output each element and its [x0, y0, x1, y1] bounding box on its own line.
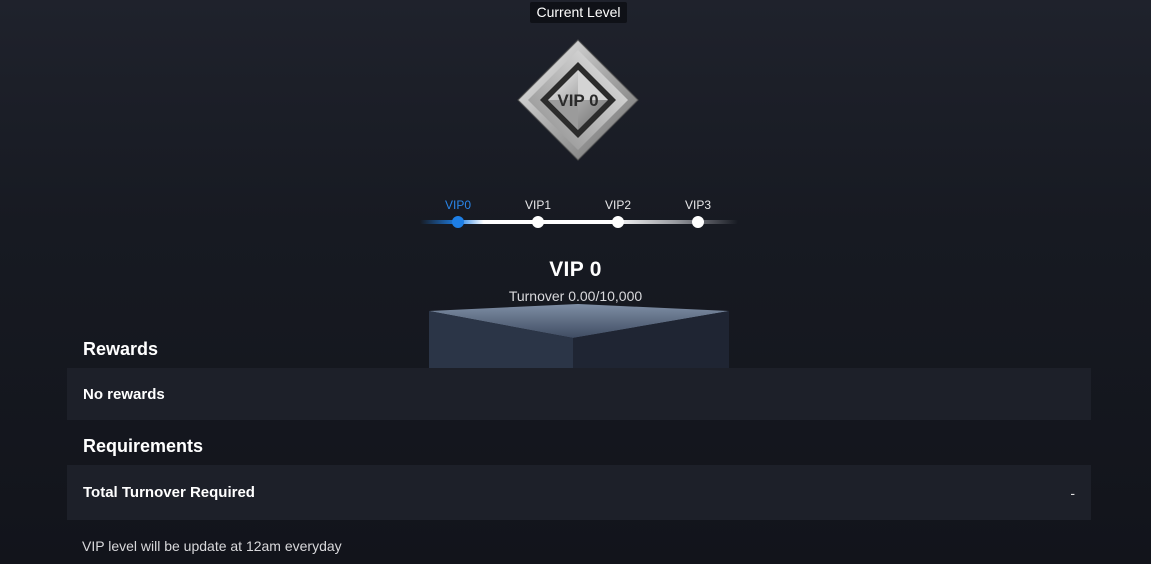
step-label: VIP0: [444, 198, 471, 212]
progress-step-vip1[interactable]: VIP1: [508, 196, 568, 228]
step-label: VIP1: [524, 198, 551, 212]
current-level-badge: Current Level: [530, 2, 627, 23]
step-label: VIP2: [604, 198, 631, 212]
step-dot: [452, 216, 464, 228]
step-dot: [692, 216, 704, 228]
requirement-value: -: [1070, 484, 1075, 501]
rewards-content: No rewards: [83, 385, 165, 403]
step-dot: [612, 216, 624, 228]
rewards-title: Rewards: [83, 339, 159, 359]
turnover-text: Turnover 0.00/10,000: [508, 288, 643, 304]
progress-step-vip2[interactable]: VIP2: [588, 196, 648, 228]
vip-emblem-text: VIP 0: [557, 91, 598, 110]
requirement-label: Total Turnover Required: [83, 484, 255, 501]
progress-track: [420, 220, 738, 224]
rewards-panel: No rewards: [67, 368, 1091, 420]
update-footnote: VIP level will be update at 12am everyda…: [82, 538, 342, 554]
requirements-row: Total Turnover Required -: [67, 465, 1091, 520]
step-label: VIP3: [684, 198, 711, 212]
vip-emblem: VIP 0: [517, 39, 639, 161]
progress-step-vip0[interactable]: VIP0: [428, 196, 488, 228]
vip-progress-bar: VIP0 VIP1 VIP2 VIP3: [420, 196, 738, 230]
progress-step-vip3[interactable]: VIP3: [668, 196, 728, 228]
level-title: VIP 0: [549, 258, 602, 281]
step-dot: [532, 216, 544, 228]
podium-graphic: [429, 304, 729, 368]
requirements-title: Requirements: [83, 436, 204, 456]
